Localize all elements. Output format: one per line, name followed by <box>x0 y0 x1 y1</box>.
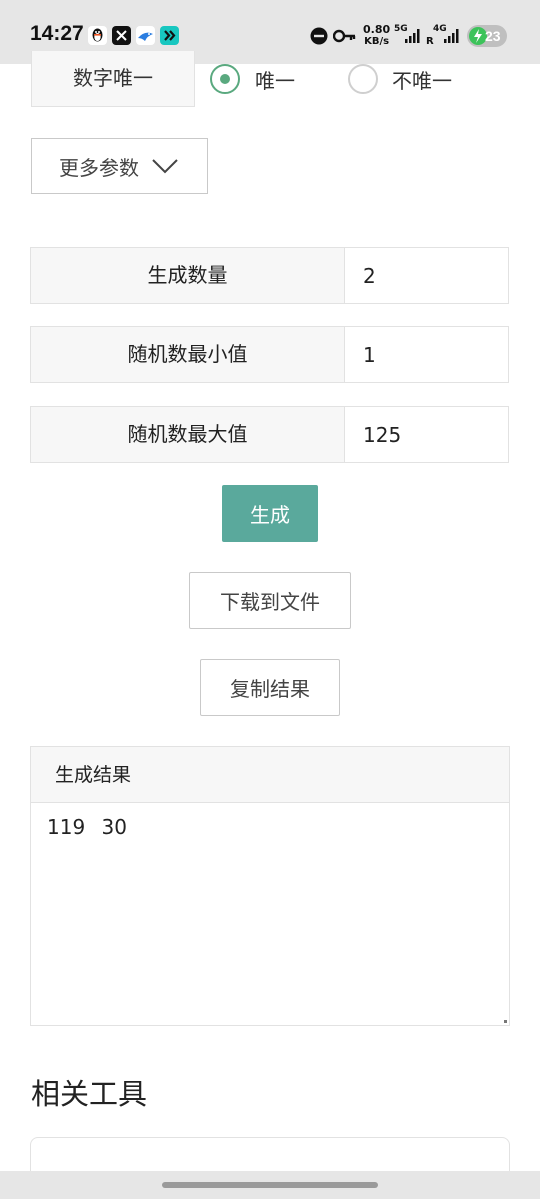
param-max-input[interactable] <box>346 407 508 462</box>
radio-not-unique-label[interactable]: 不唯一 <box>392 65 452 94</box>
related-tools-title: 相关工具 <box>31 1077 148 1111</box>
result-panel: 生成结果 119 30 <box>30 746 510 1026</box>
bird-app-icon <box>136 26 155 45</box>
result-textarea[interactable]: 119 30 <box>31 803 509 1025</box>
chevron-down-icon <box>152 159 178 174</box>
more-params-button[interactable]: 更多参数 <box>31 138 208 194</box>
radio-unique[interactable] <box>210 64 240 94</box>
param-min-label: 随机数最小值 <box>31 327 345 382</box>
param-count-input[interactable] <box>346 248 508 303</box>
status-time: 14:27 <box>30 22 84 45</box>
param-min-input[interactable] <box>346 327 508 382</box>
radio-unique-label[interactable]: 唯一 <box>255 65 295 94</box>
generate-button[interactable]: 生成 <box>222 485 318 542</box>
forward-app-icon <box>160 26 179 45</box>
x-icon <box>112 26 131 45</box>
qq-icon <box>88 26 107 45</box>
param-count-label: 生成数量 <box>31 248 345 303</box>
param-max-label: 随机数最大值 <box>31 407 345 462</box>
param-count-row: 生成数量 <box>30 247 509 304</box>
navigation-bar <box>0 1171 540 1199</box>
more-params-label: 更多参数 <box>59 155 139 180</box>
roaming-label: R <box>426 36 434 47</box>
battery-indicator: 23 <box>467 25 507 47</box>
net-speed-value: 0.80 <box>363 23 391 36</box>
radio-not-unique[interactable] <box>348 64 378 94</box>
signal-4g-icon <box>443 28 459 48</box>
unique-label: 数字唯一 <box>31 51 195 107</box>
download-button[interactable]: 下载到文件 <box>189 572 351 629</box>
home-gesture-handle[interactable] <box>162 1182 378 1188</box>
param-max-row: 随机数最大值 <box>30 406 509 463</box>
key-icon <box>332 28 357 48</box>
net-speed-unit: KB/s <box>364 36 390 47</box>
dnd-icon <box>310 27 328 49</box>
battery-level: 23 <box>485 28 501 44</box>
param-min-row: 随机数最小值 <box>30 326 509 383</box>
copy-button[interactable]: 复制结果 <box>200 659 340 716</box>
result-title: 生成结果 <box>31 747 509 803</box>
signal-5g-icon <box>404 28 420 48</box>
net-speed: 0.80 KB/s <box>363 24 390 48</box>
resize-grip-icon[interactable] <box>504 1020 507 1023</box>
